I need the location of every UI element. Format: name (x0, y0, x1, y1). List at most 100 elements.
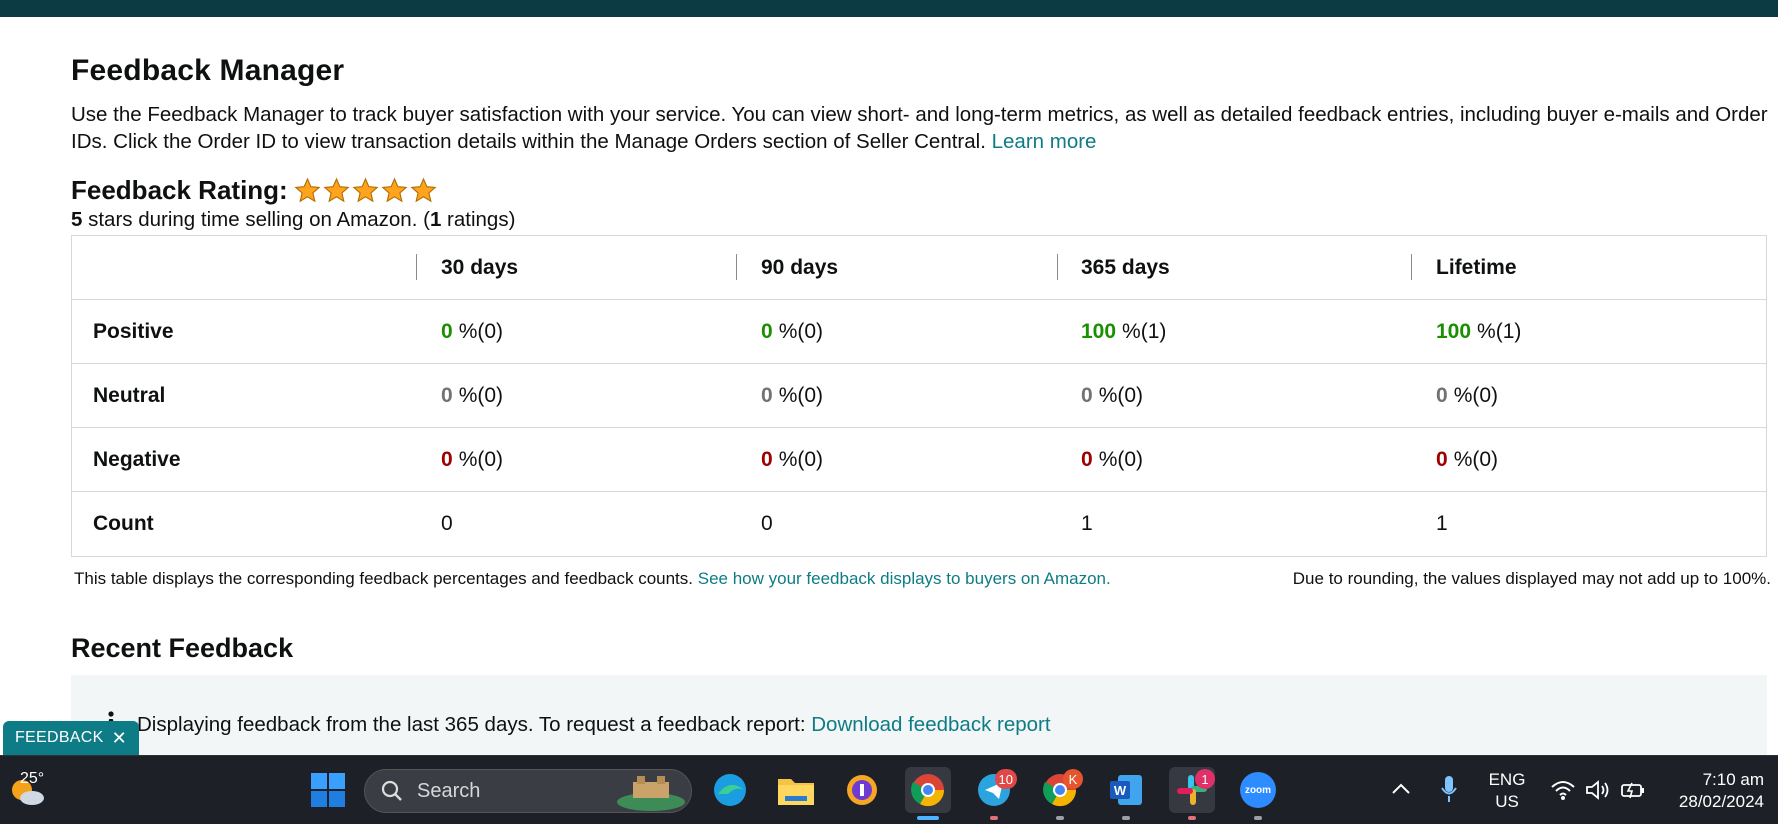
column-header-30-days: 30 days (441, 256, 519, 279)
table-cell: 0 %(0) (1436, 364, 1498, 428)
weather-temperature: 25° (20, 770, 45, 787)
neutral-percent: 0 (441, 384, 453, 407)
shield-icon (847, 775, 877, 805)
feedback-tab[interactable]: FEEDBACK ✕ (3, 721, 139, 755)
folder-icon (778, 779, 814, 805)
search-label: Search (417, 779, 481, 802)
region-code: US (1495, 792, 1519, 811)
cell-count: %(0) (778, 320, 824, 343)
table-cell: 100 %(1) (1081, 300, 1166, 364)
cell-count: %(0) (1453, 384, 1499, 407)
cell-count: %(0) (1453, 448, 1499, 471)
notification-badge: 10 (994, 769, 1017, 789)
system-clock[interactable]: 7:10 am 28/02/2024 (1679, 769, 1764, 813)
wifi-icon (1551, 781, 1575, 800)
positive-percent: 100 (1081, 320, 1117, 343)
taskbar-edge[interactable] (707, 767, 753, 813)
speaker-icon (1586, 780, 1609, 800)
zoom-icon: zoom (1240, 772, 1276, 808)
taskbar-slack[interactable]: 1 (1169, 767, 1215, 820)
running-indicator (1122, 816, 1130, 820)
cell-count: %(0) (458, 448, 504, 471)
table-cell: 0 %(0) (1436, 428, 1498, 492)
microphone-icon (1441, 776, 1457, 802)
star-rating (294, 177, 437, 204)
count-cell: 1 (1436, 512, 1448, 535)
table-header-row: 30 days 90 days 365 days Lifetime (72, 236, 1766, 300)
neutral-percent: 0 (1081, 384, 1093, 407)
cell-count: %(0) (778, 384, 824, 407)
rating-summary: 5 stars during time selling on Amazon. (… (71, 208, 515, 232)
info-text: Displaying feedback from the last 365 da… (137, 713, 806, 736)
close-icon[interactable]: ✕ (112, 728, 127, 749)
row-label: Count (93, 512, 154, 535)
cell-count: %(0) (778, 448, 824, 471)
download-feedback-report-link[interactable]: Download feedback report (811, 713, 1050, 736)
microphone-button[interactable] (1436, 774, 1462, 804)
feedback-rating-label: Feedback Rating: (71, 175, 288, 205)
cell-count: %(1) (1122, 320, 1167, 343)
info-alert: Displaying feedback from the last 365 da… (71, 675, 1767, 763)
row-label: Negative (93, 448, 181, 471)
table-footnote-text: This table displays the corresponding fe… (74, 569, 694, 588)
column-header-365-days: 365 days (1081, 256, 1170, 279)
negative-percent: 0 (1081, 448, 1093, 471)
taskbar-search[interactable]: Search (364, 769, 692, 813)
volume-button[interactable] (1583, 776, 1613, 804)
feedback-display-link[interactable]: See how your feedback displays to buyers… (698, 569, 1111, 588)
negative-percent: 0 (441, 448, 453, 471)
table-cell: 0 %(0) (1081, 364, 1143, 428)
taskbar-zoom[interactable]: zoom (1235, 767, 1281, 820)
edge-icon (714, 774, 746, 806)
taskbar-word[interactable]: W (1103, 767, 1149, 820)
recent-feedback-title: Recent Feedback (71, 633, 294, 663)
show-hidden-icons[interactable] (1388, 776, 1414, 802)
rating-summary-text: stars during time selling on Amazon. ( (82, 208, 430, 231)
taskbar-chrome-profile[interactable]: K (1037, 767, 1083, 820)
table-row-negative: Negative 0 %(0) 0 %(0) 0 %(0) 0 %(0) (72, 428, 1766, 492)
table-row-neutral: Neutral 0 %(0) 0 %(0) 0 %(0) 0 %(0) (72, 364, 1766, 428)
profile-badge: K (1063, 769, 1083, 789)
table-footnote: This table displays the corresponding fe… (74, 569, 1111, 589)
page-title: Feedback Manager (71, 54, 345, 87)
column-divider (736, 254, 737, 280)
feedback-rating: Feedback Rating: (71, 175, 437, 206)
table-cell: 0 %(0) (761, 364, 823, 428)
ratings-count: 1 (429, 208, 442, 231)
learn-more-link[interactable]: Learn more (992, 130, 1097, 153)
network-button[interactable] (1548, 776, 1578, 804)
column-header-90-days: 90 days (761, 256, 839, 279)
windows-taskbar: 25° Search 10 K W 1 zoom ENG US 7:10 am … (0, 755, 1778, 824)
count-cell: 1 (1081, 512, 1093, 535)
taskbar-chrome-active[interactable] (905, 767, 951, 820)
taskbar-file-explorer[interactable] (773, 767, 819, 813)
taskbar-telegram[interactable]: 10 (971, 767, 1017, 820)
battery-button[interactable] (1618, 776, 1648, 804)
word-icon: W (1110, 775, 1142, 805)
windows-start-icon (311, 773, 345, 807)
start-button[interactable] (305, 767, 351, 813)
running-indicator (1056, 816, 1064, 820)
taskbar-vpn-app[interactable] (839, 767, 885, 813)
row-label: Neutral (93, 384, 166, 407)
column-divider (1411, 254, 1412, 280)
language-indicator[interactable]: ENG US (1486, 769, 1528, 813)
positive-percent: 0 (761, 320, 773, 343)
negative-percent: 0 (1436, 448, 1448, 471)
table-cell: 0 %(0) (441, 300, 503, 364)
search-highlight-icon (617, 776, 685, 811)
count-cell: 0 (441, 512, 453, 535)
cell-count: %(0) (458, 320, 504, 343)
star-icon (323, 177, 350, 203)
neutral-percent: 0 (761, 384, 773, 407)
star-icon (352, 177, 379, 203)
table-cell: 0 %(0) (441, 364, 503, 428)
running-indicator (1254, 816, 1262, 820)
rating-summary-end: ratings) (441, 208, 516, 231)
neutral-percent: 0 (1436, 384, 1448, 407)
clock-date: 28/02/2024 (1678, 792, 1764, 811)
intro-text: Use the Feedback Manager to track buyer … (71, 103, 1768, 153)
language-code: ENG (1488, 770, 1526, 789)
info-message: Displaying feedback from the last 365 da… (137, 713, 1051, 737)
table-cell: 0 %(0) (1081, 428, 1143, 492)
